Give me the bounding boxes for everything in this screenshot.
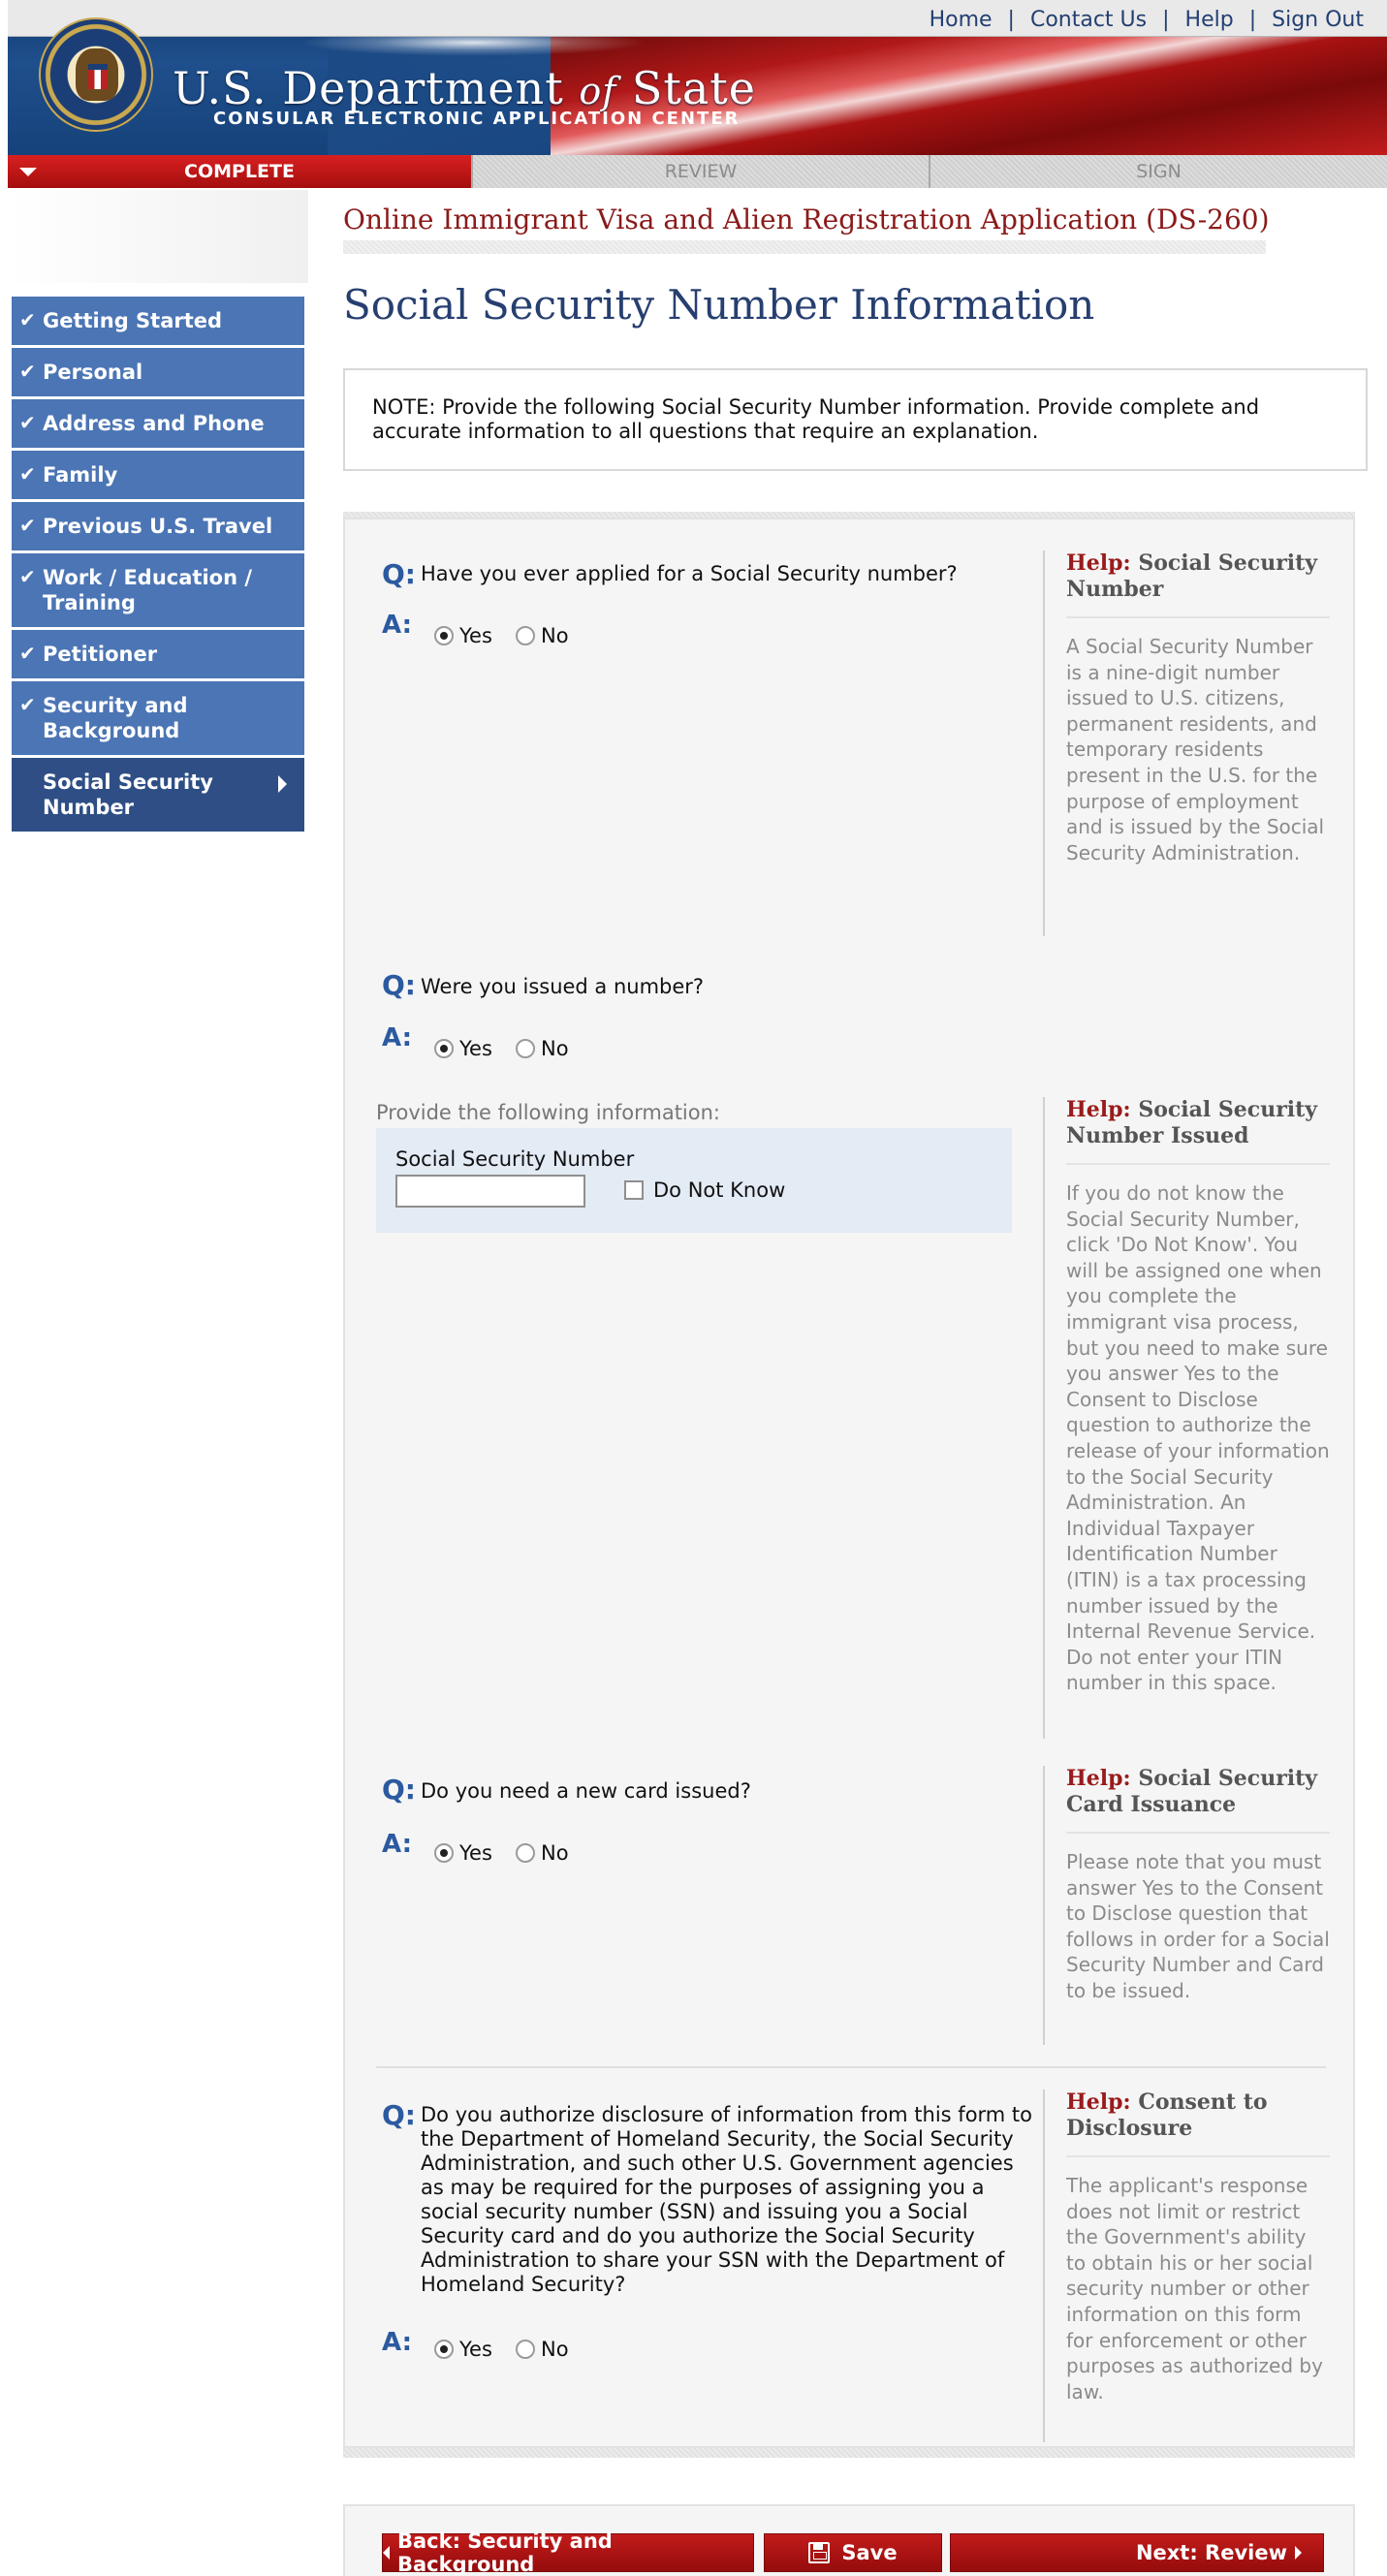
sidebar-item-family[interactable]: ✔ Family: [12, 451, 304, 502]
department-subtitle: CONSULAR ELECTRONIC APPLICATION CENTER: [213, 109, 741, 129]
arrow-left-icon: [383, 2546, 390, 2560]
ssn-field-label: Social Security Number: [395, 1147, 635, 1171]
radio-new-card-yes[interactable]: Yes: [434, 1841, 492, 1865]
question-ever-applied: Have you ever applied for a Social Secur…: [421, 562, 958, 585]
question-issued-number: Were you issued a number?: [421, 975, 705, 998]
caret-down-icon: [19, 168, 37, 176]
radio-ever-applied-no[interactable]: No: [516, 624, 569, 647]
checkmark-icon: ✔: [19, 462, 36, 486]
floppy-disk-icon: [808, 2542, 831, 2563]
next-button[interactable]: Next: Review: [950, 2533, 1324, 2572]
do-not-know-label: Do Not Know: [653, 1178, 786, 1202]
page-title: Social Security Number Information: [343, 281, 1095, 329]
radio-ever-applied-yes[interactable]: Yes: [434, 624, 492, 647]
checkmark-icon: ✔: [19, 514, 36, 537]
help-panel-ssn-issued: Help: Social Security Number Issued If y…: [1043, 1097, 1330, 1739]
ssn-input[interactable]: [395, 1175, 585, 1208]
help-panel-consent: Help: Consent to Disclosure The applican…: [1043, 2089, 1330, 2442]
home-link[interactable]: Home: [914, 8, 1008, 32]
sidebar-item-petitioner[interactable]: ✔ Petitioner: [12, 630, 304, 681]
sidebar-nav: ✔ Getting Started ✔ Personal ✔ Address and …: [12, 297, 304, 834]
radio-consent-no[interactable]: No: [516, 2338, 569, 2361]
question-marker: Q:: [382, 969, 416, 1001]
caret-right-icon: [278, 775, 287, 793]
sidebar-item-address-and-phone[interactable]: ✔ Address and Phone: [12, 399, 304, 451]
tab-sign: SIGN: [929, 155, 1387, 188]
answer-marker: A:: [382, 1023, 413, 1052]
help-link[interactable]: Help: [1170, 8, 1249, 32]
sidebar-item-previous-us-travel[interactable]: ✔ Previous U.S. Travel: [12, 502, 304, 553]
department-seal-logo[interactable]: [39, 17, 153, 132]
contact-us-link[interactable]: Contact Us: [1015, 8, 1162, 32]
sidebar-item-social-security-number[interactable]: Social Security Number: [12, 758, 304, 834]
radio-consent-yes[interactable]: Yes: [434, 2338, 492, 2361]
question-new-card: Do you need a new card issued?: [421, 1779, 751, 1803]
help-panel-ssn: Help: Social Security Number A Social Se…: [1043, 550, 1330, 936]
checkmark-icon: ✔: [19, 411, 36, 434]
answer-marker: A:: [382, 2328, 413, 2357]
note-box: NOTE: Provide the following Social Secur…: [343, 368, 1368, 471]
question-marker: Q:: [382, 1774, 416, 1806]
answer-marker: A:: [382, 1830, 413, 1859]
arrow-right-icon: [1295, 2546, 1302, 2560]
radio-issued-no[interactable]: No: [516, 1037, 569, 1060]
radio-new-card-no[interactable]: No: [516, 1841, 569, 1865]
sidebar-item-security-background[interactable]: ✔ Security and Background: [12, 681, 304, 758]
progress-tabs: COMPLETE REVIEW SIGN: [8, 155, 1387, 188]
save-button[interactable]: Save: [764, 2533, 942, 2572]
checkmark-icon: ✔: [19, 360, 36, 383]
back-button[interactable]: Back: Security and Background: [382, 2529, 754, 2576]
site-header: Home | Contact Us | Help | Sign Out U.S. De…: [8, 0, 1387, 155]
sign-out-link[interactable]: Sign Out: [1256, 8, 1379, 32]
tab-review: REVIEW: [471, 155, 929, 188]
department-title: U.S. Department of State: [173, 62, 757, 114]
checkmark-icon: ✔: [19, 642, 36, 665]
tab-complete[interactable]: COMPLETE: [8, 155, 471, 188]
answer-marker: A:: [382, 611, 413, 640]
checkmark-icon: ✔: [19, 565, 36, 588]
question-consent-disclosure: Do you authorize disclosure of informati…: [421, 2103, 1033, 2296]
sidebar-item-personal[interactable]: ✔ Personal: [12, 348, 304, 399]
question-marker: Q:: [382, 2099, 416, 2131]
top-nav: Home | Contact Us | Help | Sign Out: [8, 0, 1387, 37]
application-name: Online Immigrant Visa and Alien Registra…: [343, 204, 1270, 236]
sidebar-item-getting-started[interactable]: ✔ Getting Started: [12, 297, 304, 348]
checkmark-icon: ✔: [19, 693, 36, 716]
help-panel-card-issuance: Help: Social Security Card Issuance Plea…: [1043, 1766, 1330, 2045]
radio-issued-yes[interactable]: Yes: [434, 1037, 492, 1060]
do-not-know-checkbox[interactable]: [624, 1180, 644, 1200]
question-marker: Q:: [382, 558, 416, 590]
provide-info-label: Provide the following information:: [376, 1101, 721, 1124]
checkmark-icon: ✔: [19, 308, 36, 331]
sidebar-item-work-education[interactable]: ✔ Work / Education / Training: [12, 553, 304, 630]
